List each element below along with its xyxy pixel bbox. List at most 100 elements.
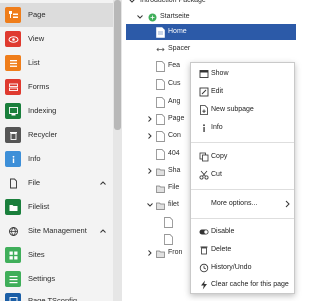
folder-page-icon — [156, 166, 165, 177]
context-menu: Show Edit New subpage Info Copy Cut More — [190, 62, 295, 294]
context-menu-show[interactable]: Show — [191, 65, 294, 83]
trash-icon — [5, 127, 21, 143]
context-menu-clear-cache[interactable]: Clear cache for this page — [191, 276, 294, 294]
module-page[interactable]: Page — [0, 3, 113, 27]
chevron-down-icon[interactable] — [136, 13, 144, 21]
module-group-label: Site Management — [28, 226, 87, 235]
context-menu-info[interactable]: Info — [191, 119, 294, 137]
module-label: Forms — [28, 82, 50, 91]
page-icon — [156, 79, 165, 90]
tree-node-label: Page — [168, 115, 185, 122]
module-sites[interactable]: Sites — [0, 243, 113, 267]
module-list[interactable]: List — [0, 51, 113, 75]
context-menu-label: Clear cache for this page — [211, 281, 289, 288]
tree-node[interactable]: filet — [122, 197, 190, 213]
context-menu-label: Copy — [211, 153, 228, 160]
tree-root-label: Introduction Package — [140, 0, 206, 4]
tree-node[interactable] — [122, 214, 190, 230]
page-icon — [156, 114, 165, 125]
context-menu-disable[interactable]: Disable — [191, 223, 294, 241]
context-menu-edit[interactable]: Edit — [191, 83, 294, 101]
tree-node[interactable]: Sha — [122, 163, 190, 179]
module-menu-scrollbar[interactable] — [113, 0, 122, 301]
tree-node-startseite[interactable]: Startseite — [122, 9, 300, 25]
module-group-site-management[interactable]: Site Management — [0, 219, 113, 243]
file-icon — [5, 175, 21, 191]
tree-node-label: File — [168, 184, 180, 191]
module-label: View — [28, 34, 45, 43]
tree-node[interactable]: File — [122, 180, 190, 196]
page-icon — [156, 61, 165, 72]
context-menu-label: Show — [211, 70, 229, 77]
tree-node-label: Home — [168, 28, 187, 35]
tree-node-spacer[interactable]: Spacer — [122, 41, 300, 57]
module-forms[interactable]: Forms — [0, 75, 113, 99]
page-icon — [156, 97, 165, 108]
tree-node-label: Ang — [168, 98, 181, 105]
delete-icon — [199, 245, 209, 255]
tree-node-home[interactable]: Home — [126, 24, 296, 40]
info-icon — [5, 151, 21, 167]
chevron-right-icon[interactable] — [146, 167, 154, 175]
context-menu-divider — [191, 218, 294, 219]
context-menu-new-subpage[interactable]: New subpage — [191, 101, 294, 119]
context-menu-label: New subpage — [211, 106, 254, 113]
module-group-label: File — [28, 178, 41, 187]
module-settings[interactable]: Settings — [0, 267, 113, 291]
context-menu-label: Info — [211, 124, 223, 131]
tree-node[interactable]: Page — [122, 111, 190, 127]
chevron-down-icon[interactable] — [146, 201, 154, 209]
context-menu-history[interactable]: History/Undo — [191, 259, 294, 277]
chevron-up-icon[interactable] — [99, 179, 107, 187]
context-menu-more-options[interactable]: More options... — [191, 195, 294, 213]
context-menu-copy[interactable]: Copy — [191, 148, 294, 166]
tsconfig-icon — [5, 293, 21, 301]
module-label: Sites — [28, 250, 45, 259]
module-label: Info — [28, 154, 41, 163]
new-subpage-icon — [199, 105, 209, 115]
module-label: Page — [28, 10, 46, 19]
context-menu-delete[interactable]: Delete — [191, 241, 294, 259]
show-icon — [199, 69, 209, 79]
module-recycler[interactable]: Recycler — [0, 123, 113, 147]
module-page-tsconfig[interactable]: Page TSconfig — [0, 289, 113, 301]
page-tree-icon — [5, 7, 21, 23]
module-group-file[interactable]: File — [0, 171, 113, 195]
module-label: Filelist — [28, 202, 50, 211]
tree-root[interactable]: Introduction Package — [122, 0, 300, 9]
filelist-icon — [5, 199, 21, 215]
module-filelist[interactable]: Filelist — [0, 195, 113, 219]
site-management-icon — [5, 223, 21, 239]
module-indexing[interactable]: Indexing — [0, 99, 113, 123]
form-icon — [5, 79, 21, 95]
page-icon — [156, 27, 165, 38]
toggle-icon — [199, 227, 209, 237]
module-view[interactable]: View — [0, 27, 113, 51]
page-icon — [156, 149, 165, 160]
folder-page-icon — [156, 183, 165, 194]
context-menu-cut[interactable]: Cut — [191, 166, 294, 184]
context-menu-label: Delete — [211, 246, 232, 253]
tree-node[interactable]: Fea — [122, 58, 190, 74]
scrollbar-thumb[interactable] — [114, 0, 121, 130]
page-icon — [156, 131, 165, 142]
tree-node[interactable]: 404 — [122, 146, 190, 162]
chevron-right-icon[interactable] — [146, 132, 154, 140]
chevron-right-icon[interactable] — [146, 249, 154, 257]
chevron-right-icon[interactable] — [146, 115, 154, 123]
chevron-down-icon[interactable] — [128, 0, 136, 5]
module-info[interactable]: Info — [0, 147, 113, 171]
sites-icon — [5, 247, 21, 263]
module-menu: Page View List Forms Indexing Recycler I… — [0, 0, 113, 301]
chevron-up-icon[interactable] — [99, 227, 107, 235]
context-menu-label: History/Undo — [211, 264, 252, 271]
tree-node[interactable]: Cus — [122, 76, 190, 92]
tree-node[interactable]: Ang — [122, 94, 190, 110]
context-menu-label: More options... — [211, 200, 258, 207]
tree-node[interactable]: Con — [122, 128, 190, 144]
context-menu-label: Edit — [211, 88, 224, 95]
tree-node[interactable]: Fron — [122, 245, 190, 261]
module-label: Indexing — [28, 106, 57, 115]
module-label: List — [28, 58, 40, 67]
module-label: Page TSconfig — [28, 296, 78, 301]
